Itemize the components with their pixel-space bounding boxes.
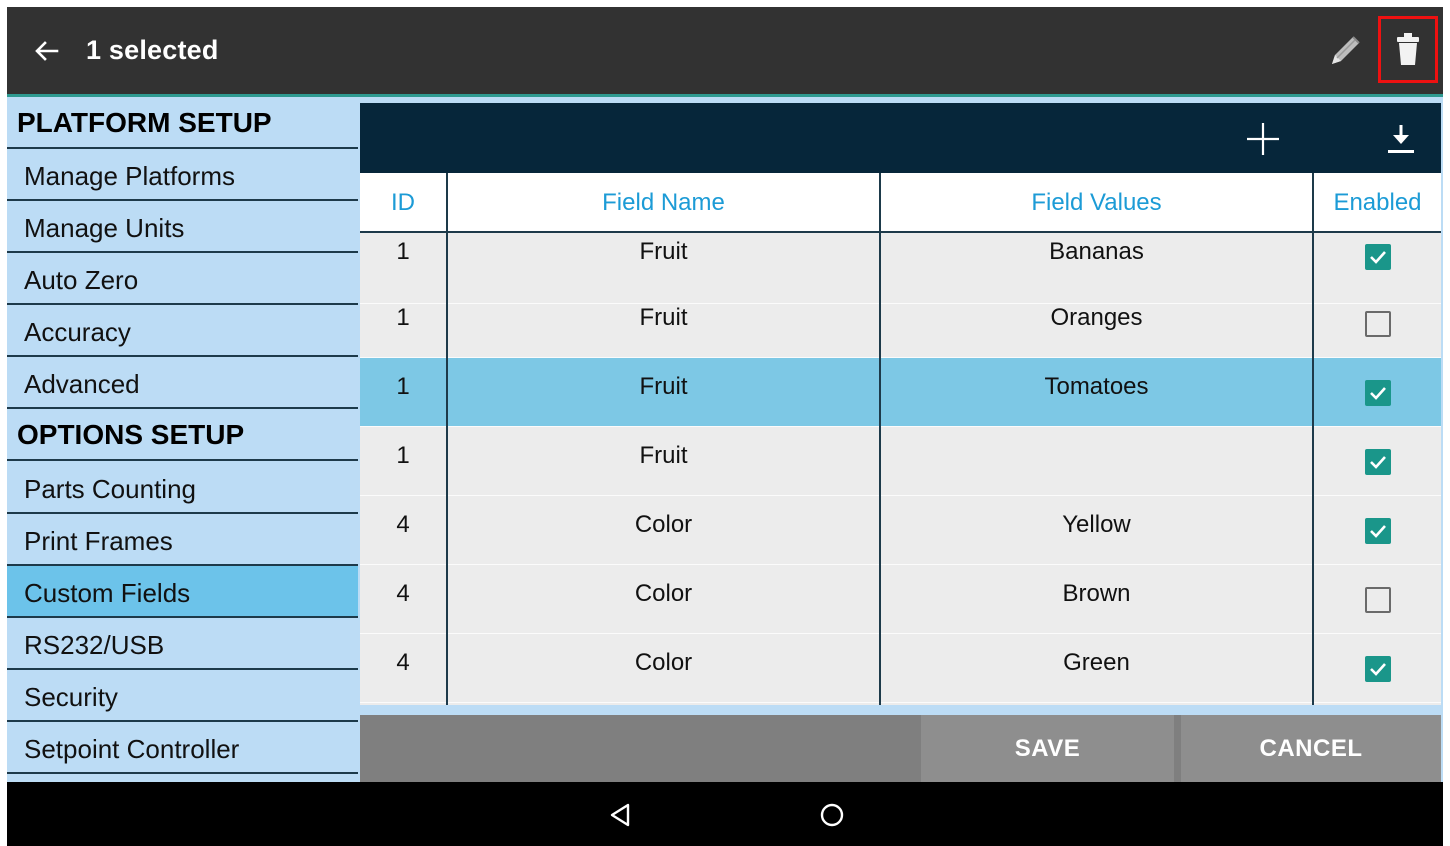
app-frame: 1 selected PLATFORM SETUP Manage Platfor… (7, 7, 1443, 846)
enabled-checkbox[interactable] (1365, 656, 1391, 682)
enabled-checkbox[interactable] (1365, 449, 1391, 475)
sidebar-item-manage-platforms[interactable]: Manage Platforms (7, 149, 358, 201)
cell-field-name: Color (634, 580, 693, 607)
arrow-back-icon (35, 41, 59, 61)
cancel-button[interactable]: CANCEL (1181, 715, 1441, 782)
column-header-enabled[interactable]: Enabled (1314, 173, 1441, 233)
save-button[interactable]: SAVE (921, 715, 1174, 782)
table-row[interactable]: 4 Color Green (360, 634, 1441, 703)
sidebar-item-label: Auto Zero (24, 265, 139, 295)
sidebar-item-manage-units[interactable]: Manage Units (7, 201, 358, 253)
table-header: ID Field Name Field Values Enabled (360, 173, 1441, 233)
cell-id: 4 (396, 511, 410, 538)
enabled-checkbox[interactable] (1365, 244, 1391, 270)
download-button[interactable] (1382, 119, 1420, 159)
add-field-button[interactable] (1243, 119, 1283, 159)
checkmark-icon (1370, 663, 1386, 676)
table-row[interactable]: 1 Fruit (360, 427, 1441, 496)
selection-title: 1 selected (86, 35, 219, 65)
cell-field-value (881, 427, 1312, 496)
column-divider (879, 173, 881, 705)
edit-button[interactable] (1323, 31, 1365, 73)
nav-back-button[interactable] (605, 800, 635, 830)
enabled-checkbox[interactable] (1365, 518, 1391, 544)
table-row[interactable]: 1 Fruit Tomatoes (360, 358, 1441, 427)
cell-id: 4 (396, 649, 410, 676)
sidebar-item-rs232-usb[interactable]: RS232/USB (7, 618, 358, 670)
column-header-field-name[interactable]: Field Name (448, 173, 879, 233)
enabled-checkbox[interactable] (1365, 380, 1391, 406)
sidebar-header-platform-setup: PLATFORM SETUP (7, 97, 358, 149)
checkmark-icon (1370, 387, 1386, 400)
table-row[interactable]: 4 Color Brown (360, 565, 1441, 634)
triangle-back-icon (610, 803, 630, 827)
back-button[interactable] (29, 33, 65, 69)
sidebar-header-options-setup: OPTIONS SETUP (7, 409, 358, 461)
checkmark-icon (1370, 456, 1386, 469)
checkmark-icon (1370, 251, 1386, 264)
sidebar-item-label: Custom Fields (24, 578, 191, 608)
cell-field-value: Brown (1062, 580, 1131, 607)
delete-button[interactable] (1378, 16, 1438, 83)
cell-id: 1 (396, 304, 410, 331)
sidebar-item-parts-counting[interactable]: Parts Counting (7, 462, 358, 514)
sidebar-item-setpoint-controller[interactable]: Setpoint Controller (7, 722, 358, 774)
trash-icon (1397, 32, 1419, 65)
enabled-checkbox[interactable] (1365, 587, 1391, 613)
checkmark-icon (1370, 525, 1386, 538)
cell-id: 1 (396, 442, 410, 469)
cell-field-name: Color (634, 649, 693, 676)
column-header-id[interactable]: ID (360, 173, 446, 233)
column-divider (446, 173, 448, 705)
cell-field-value: Tomatoes (1044, 373, 1149, 400)
table-toolbar (360, 103, 1441, 173)
enabled-checkbox[interactable] (1365, 311, 1391, 337)
sidebar-item-label: Parts Counting (24, 474, 196, 504)
cell-field-name: Fruit (639, 304, 688, 331)
sidebar-item-label: Security (24, 682, 118, 712)
sidebar-item-label: Print Frames (24, 526, 173, 556)
sidebar-item-custom-fields[interactable]: Custom Fields (7, 566, 358, 618)
settings-sidebar: PLATFORM SETUP Manage Platforms Manage U… (7, 97, 358, 782)
sidebar-item-label: Manage Units (24, 213, 185, 243)
table-row[interactable]: 1 Fruit Oranges (360, 289, 1441, 358)
cell-field-name: Fruit (639, 373, 688, 400)
sidebar-item-auto-zero[interactable]: Auto Zero (7, 253, 358, 305)
system-navigation-bar (7, 782, 1443, 846)
cell-id: 1 (396, 373, 410, 400)
column-divider (1312, 173, 1314, 705)
cell-field-value: Green (1063, 649, 1130, 676)
action-bar: 1 selected (7, 7, 1443, 94)
nav-home-button[interactable] (817, 800, 847, 830)
main-content: ID Field Name Field Values Enabled 1 Fru… (358, 97, 1443, 782)
cell-field-value: Oranges (1050, 304, 1143, 331)
sidebar-item-label: Manage Platforms (24, 161, 235, 191)
column-header-field-values[interactable]: Field Values (881, 173, 1312, 233)
sidebar-item-label: Accuracy (24, 317, 131, 347)
sidebar-item-security[interactable]: Security (7, 670, 358, 722)
cell-field-value: Yellow (1062, 511, 1131, 538)
sidebar-item-advanced[interactable]: Advanced (7, 357, 358, 409)
plus-icon (1247, 123, 1279, 155)
custom-fields-panel: ID Field Name Field Values Enabled 1 Fru… (360, 103, 1441, 705)
sidebar-item-accuracy[interactable]: Accuracy (7, 305, 358, 357)
sidebar-item-label: RS232/USB (24, 630, 165, 660)
circle-home-icon (820, 803, 844, 827)
pencil-icon (1332, 36, 1360, 64)
sidebar-item-label: Advanced (24, 369, 140, 399)
download-icon (1388, 125, 1414, 153)
cell-id: 4 (396, 580, 410, 607)
cell-field-name: Fruit (639, 442, 688, 469)
table-row[interactable]: 4 Color Yellow (360, 496, 1441, 565)
sidebar-item-print-frames[interactable]: Print Frames (7, 514, 358, 566)
sidebar-item-label: Setpoint Controller (24, 734, 240, 764)
action-buttons-bar: SAVE CANCEL (360, 715, 1441, 782)
cell-field-name: Color (634, 511, 693, 538)
